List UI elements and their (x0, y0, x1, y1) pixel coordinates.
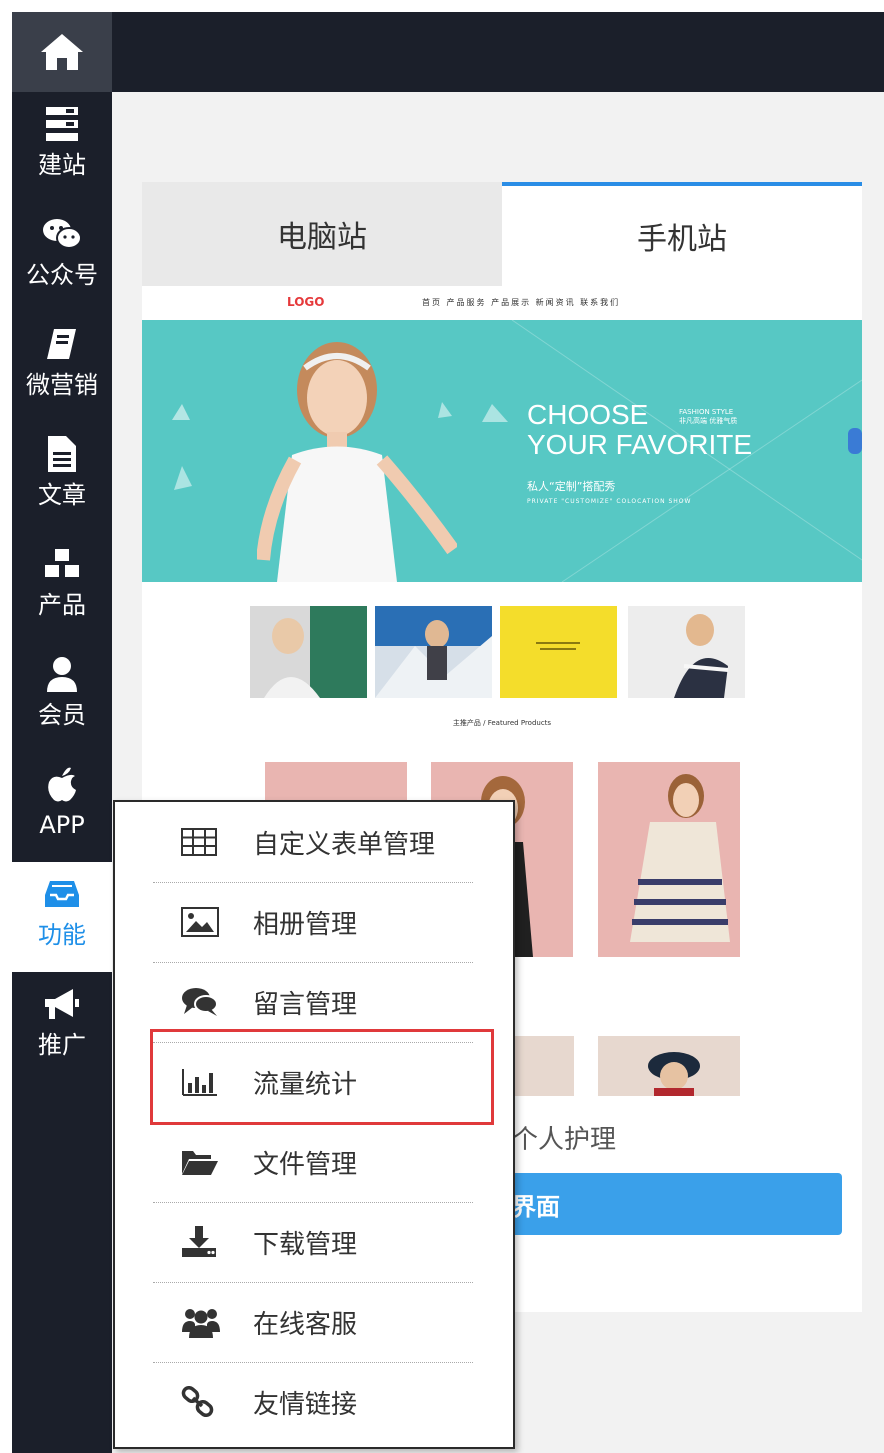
banner-model-image (257, 342, 457, 582)
menu-item-label: 在线客服 (253, 1309, 358, 1340)
preview-thumbnails (250, 606, 745, 698)
features-dropdown-menu: 自定义表单管理 相册管理 留言管理 流量统计 文件管理 下载管理 在线客服 友情… (113, 800, 515, 1449)
sidebar-item-label: 公众号 (26, 261, 98, 289)
thumbnail-image (628, 606, 745, 698)
preview-logo: LOGO (287, 295, 325, 309)
banner-fashion-tag: FASHION STYLE 非凡高端 优雅气质 (679, 408, 737, 426)
sidebar-item-product[interactable]: 产品 (12, 532, 112, 642)
apple-icon (48, 767, 76, 802)
tab-pc-site[interactable]: 电脑站 (142, 182, 502, 286)
cubes-icon (43, 547, 81, 579)
server-icon (46, 107, 78, 141)
menu-item-label: 下载管理 (253, 1229, 358, 1260)
tab-mobile-site[interactable]: 手机站 (502, 182, 862, 286)
banner-fashion-en: FASHION STYLE (679, 408, 734, 416)
users-icon (182, 1309, 220, 1338)
product-image (648, 1052, 700, 1096)
folder-open-icon (182, 1151, 218, 1175)
sidebar-item-label: 会员 (38, 701, 86, 729)
sidebar-item-label: 微营销 (26, 371, 98, 399)
sidebar-item-promote[interactable]: 推广 (12, 972, 112, 1082)
sidebar-item-marketing[interactable]: 微营销 (12, 312, 112, 422)
book-icon (47, 329, 76, 359)
inbox-icon (45, 881, 79, 907)
link-icon (181, 1386, 214, 1418)
sidebar-item-label: 功能 (38, 921, 86, 949)
home-button[interactable] (12, 12, 112, 92)
menu-item-files[interactable]: 文件管理 (153, 1122, 473, 1203)
preview-banner: CHOOSE YOUR FAVORITE FASHION STYLE 非凡高端 … (142, 320, 862, 582)
thumbnail-image (375, 606, 492, 698)
menu-item-online-service[interactable]: 在线客服 (153, 1282, 473, 1363)
sidebar-item-app[interactable]: APP (12, 752, 112, 862)
sidebar-item-label: APP (39, 811, 85, 839)
banner-line-2: YOUR FAVORITE (527, 429, 753, 460)
product-image (630, 774, 730, 942)
menu-item-label: 自定义表单管理 (253, 829, 436, 860)
product-card (598, 1036, 740, 1096)
sidebar-item-wechat[interactable]: 公众号 (12, 202, 112, 312)
table-icon (181, 828, 217, 856)
sidebar-item-label: 建站 (38, 151, 86, 179)
menu-item-label: 留言管理 (253, 989, 358, 1020)
home-icon (41, 34, 83, 70)
banner-fashion-cn: 非凡高端 优雅气质 (679, 417, 738, 425)
banner-subtitle-en: PRIVATE "CUSTOMIZE" COLOCATION SHOW (527, 498, 692, 505)
sidebar-item-member[interactable]: 会员 (12, 642, 112, 752)
banner-subtitle-cn: 私人“定制”搭配秀 (527, 480, 616, 493)
menu-item-album[interactable]: 相册管理 (153, 882, 473, 963)
sidebar-item-label: 推广 (38, 1031, 86, 1059)
image-icon (181, 907, 219, 937)
menu-item-custom-form[interactable]: 自定义表单管理 (153, 802, 473, 883)
document-icon (48, 436, 76, 472)
menu-item-downloads[interactable]: 下载管理 (153, 1202, 473, 1283)
preview-nav: LOGO 首页 产品服务 产品展示 新闻资讯 联系我们 (142, 286, 862, 320)
product-card (598, 762, 740, 957)
sidebar-item-label: 产品 (38, 591, 86, 619)
featured-heading: 主推产品 / Featured Products (452, 719, 552, 727)
top-bar (112, 12, 884, 92)
highlight-box (150, 1029, 494, 1125)
category-label: 个人护理 (512, 1125, 617, 1155)
thumbnail-image (500, 606, 617, 698)
banner-decoration (172, 320, 862, 582)
menu-item-label: 相册管理 (253, 909, 358, 940)
menu-item-label: 文件管理 (253, 1149, 358, 1180)
menu-item-label: 友情链接 (253, 1389, 358, 1420)
bullhorn-icon (45, 989, 79, 1019)
sidebar-item-article[interactable]: 文章 (12, 422, 112, 532)
comments-icon (182, 988, 218, 1016)
sidebar: 建站 公众号 微营销 文章 产品 会员 APP 功能 推广 (12, 12, 112, 1453)
thumbnail-image (250, 606, 367, 698)
app-frame: 建站 公众号 微营销 文章 产品 会员 APP 功能 推广 电脑站 手机站 LO… (12, 12, 884, 1453)
preview-menu: 首页 产品服务 产品展示 新闻资讯 联系我们 (422, 298, 621, 307)
wechat-icon (43, 219, 82, 249)
user-icon (47, 657, 77, 692)
sidebar-item-site[interactable]: 建站 (12, 92, 112, 202)
sidebar-item-label: 文章 (38, 481, 86, 509)
menu-item-friend-links[interactable]: 友情链接 (153, 1362, 473, 1442)
download-icon (182, 1226, 216, 1257)
sidebar-item-features[interactable]: 功能 (12, 862, 112, 972)
